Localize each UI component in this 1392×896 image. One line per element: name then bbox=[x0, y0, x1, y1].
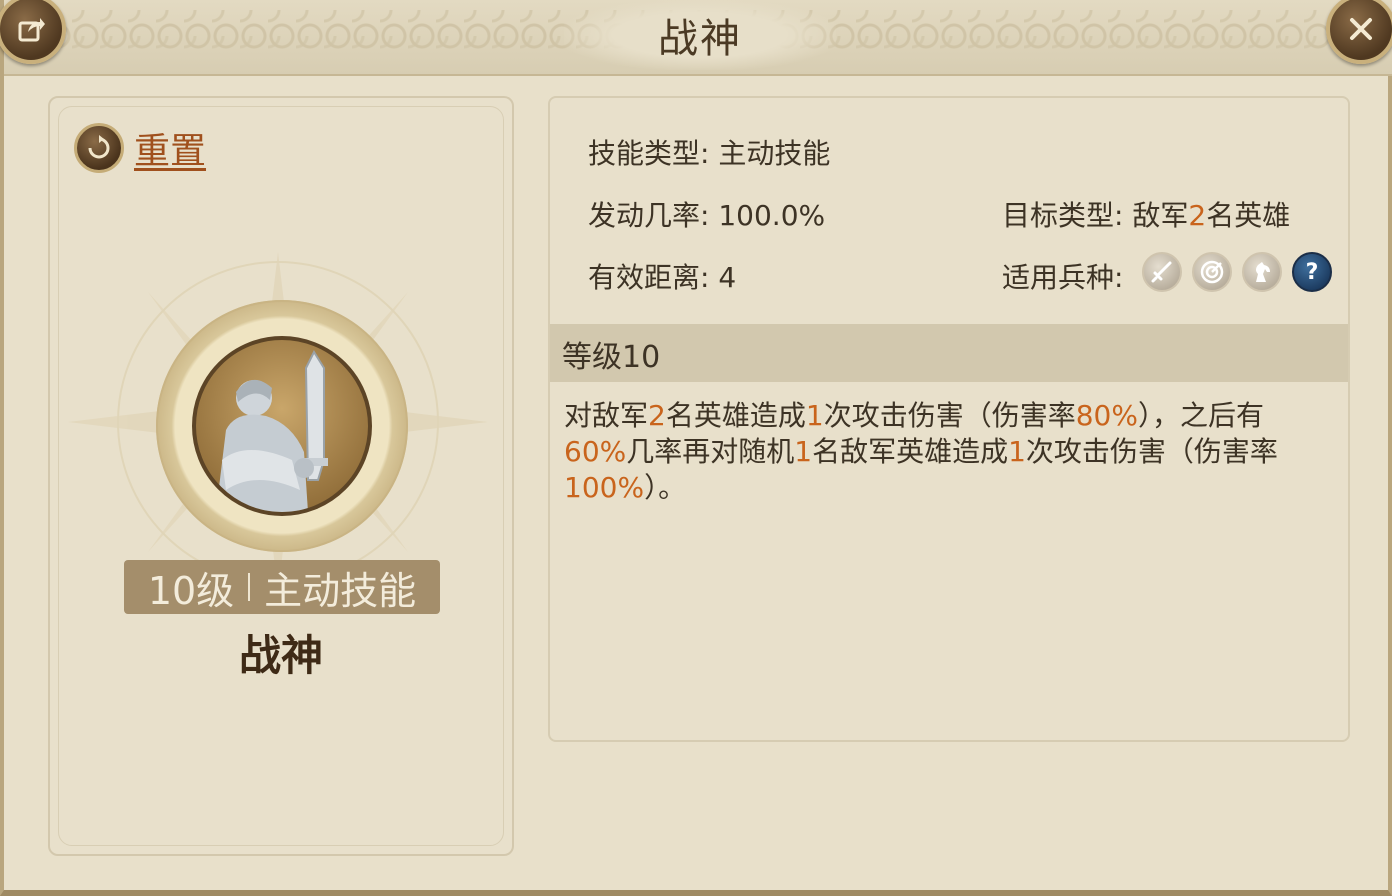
close-icon bbox=[1350, 18, 1372, 40]
troop-type-label: 适用兵种: bbox=[1002, 261, 1124, 294]
desc-text: 对敌军 bbox=[564, 399, 649, 432]
reset-button[interactable]: 重置 bbox=[74, 122, 206, 174]
skill-description: 对敌军2名英雄造成1次攻击伤害（伤害率80%），之后有60%几率再对随机1名敌军… bbox=[564, 398, 1324, 506]
desc-number: 60% bbox=[564, 435, 627, 468]
sword-icon[interactable] bbox=[1142, 252, 1182, 292]
desc-text: 名英雄造成 bbox=[665, 399, 806, 432]
separator bbox=[248, 573, 251, 601]
troop-type-row: 适用兵种: bbox=[1002, 256, 1123, 296]
skill-type-row: 技能类型: 主动技能 bbox=[588, 132, 830, 172]
skill-level: 10级 bbox=[147, 568, 235, 613]
desc-text: 次攻击伤害（伤害率 bbox=[1025, 435, 1278, 468]
range-label: 有效距离: bbox=[588, 261, 710, 294]
skill-emblem bbox=[156, 300, 408, 552]
target-type-label: 目标类型: bbox=[1002, 199, 1124, 232]
question-icon[interactable]: ? bbox=[1292, 252, 1332, 292]
desc-number: 80% bbox=[1075, 399, 1138, 432]
trigger-rate-label: 发动几率: bbox=[588, 199, 710, 232]
desc-text: 名敌军英雄造成 bbox=[812, 435, 1009, 468]
warrior-icon bbox=[216, 349, 328, 512]
troop-icons: ? bbox=[1142, 252, 1342, 292]
skill-type-value: 主动技能 bbox=[718, 137, 831, 170]
reset-label[interactable]: 重置 bbox=[134, 122, 206, 174]
target-prefix: 敌军 bbox=[1132, 199, 1189, 232]
desc-number: 1 bbox=[1008, 435, 1026, 468]
level-type-badge: 10级 主动技能 bbox=[124, 560, 440, 614]
skill-name: 战神 bbox=[238, 631, 323, 680]
desc-text: 几率再对随机 bbox=[626, 435, 795, 468]
warrior-portrait bbox=[192, 336, 372, 516]
desc-text: 次攻击伤害（伤害率 bbox=[823, 399, 1076, 432]
trigger-rate-row: 发动几率: 100.0% bbox=[588, 194, 825, 234]
desc-number: 100% bbox=[564, 471, 645, 504]
skill-dialog: 战神 重置 10级 主动技能 战神 技能类型: 主动技能 发动几率: 100.0… bbox=[0, 0, 1392, 896]
target-icon[interactable] bbox=[1192, 252, 1232, 292]
desc-number: 1 bbox=[805, 399, 824, 432]
trigger-rate-value: 100.0% bbox=[718, 199, 826, 232]
desc-text: ）。 bbox=[644, 471, 687, 504]
desc-text: ），之后有 bbox=[1137, 399, 1264, 432]
range-value: 4 bbox=[718, 261, 737, 294]
target-type-row: 目标类型: 敌军2名英雄 bbox=[1002, 194, 1290, 234]
share-icon bbox=[18, 18, 45, 42]
target-count: 2 bbox=[1188, 199, 1207, 232]
target-suffix: 名英雄 bbox=[1206, 199, 1291, 232]
title-bar: 战神 bbox=[4, 0, 1392, 76]
desc-number: 1 bbox=[794, 435, 813, 468]
level-header-text: 等级10 bbox=[562, 340, 661, 375]
range-row: 有效距离: 4 bbox=[588, 256, 736, 296]
skill-type-label: 技能类型: bbox=[588, 137, 710, 170]
page-title: 战神 bbox=[658, 16, 742, 62]
level-header: 等级10 bbox=[550, 324, 1348, 382]
desc-number: 2 bbox=[648, 399, 666, 432]
reset-icon bbox=[74, 123, 124, 173]
horse-icon[interactable] bbox=[1242, 252, 1282, 292]
skill-type: 主动技能 bbox=[264, 568, 417, 613]
